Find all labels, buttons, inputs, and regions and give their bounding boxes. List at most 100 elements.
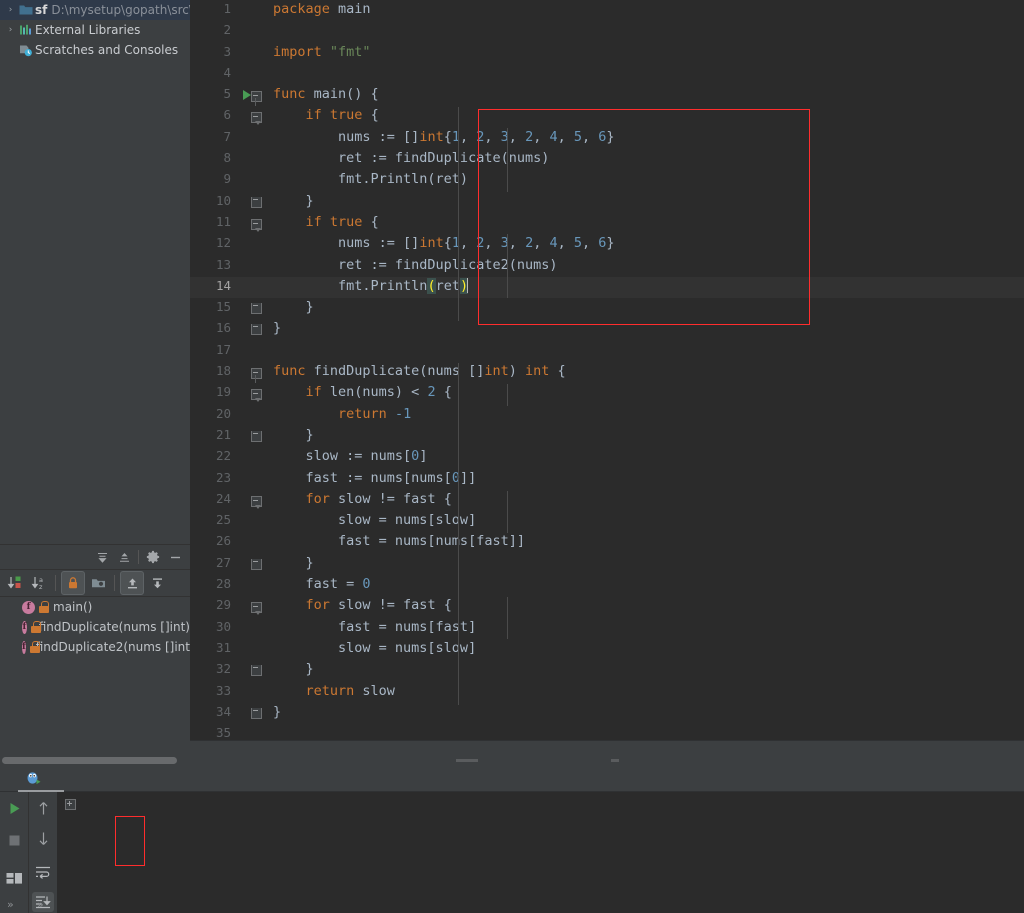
code-text[interactable]: func main() { [267,85,1024,106]
code-text[interactable]: } [267,660,1024,681]
fold-collapse-icon[interactable] [251,112,262,126]
editor-gutter[interactable] [239,341,267,362]
settings-gear-icon[interactable] [142,547,164,567]
code-text[interactable]: for slow != fast { [267,596,1024,617]
editor-gutter[interactable] [239,490,267,511]
code-text[interactable]: fmt.Println(ret) [267,170,1024,191]
code-line[interactable]: 23 fast := nums[nums[0]] [190,469,1024,490]
code-text[interactable] [267,724,1024,740]
code-text[interactable]: nums := []int{1, 2, 3, 2, 4, 5, 6} [267,128,1024,149]
project-tree-item-sf[interactable]: › sf D:\mysetup\gopath\src\ [0,0,193,20]
fold-end-icon[interactable] [251,303,262,315]
code-line[interactable]: 22 slow := nums[0] [190,447,1024,468]
code-line[interactable]: 21 } [190,426,1024,447]
fold-end-icon[interactable] [251,196,262,208]
editor-gutter[interactable] [239,426,267,447]
run-gutter-icon[interactable] [243,90,251,101]
code-line[interactable]: 4 [190,64,1024,85]
fold-end-icon[interactable] [251,430,262,442]
code-line[interactable]: 3 import "fmt" [190,43,1024,64]
structure-list-item[interactable]: f findDuplicate(nums []int) [0,617,190,637]
code-text[interactable]: } [267,319,1024,340]
run-tab[interactable] [18,764,64,792]
editor-gutter[interactable] [239,106,267,127]
show-non-public-lock-icon[interactable] [61,571,85,595]
fold-collapse-icon[interactable] [251,495,262,509]
editor-gutter[interactable] [239,192,267,213]
code-text[interactable]: slow := nums[0] [267,447,1024,468]
code-lines[interactable]: 1 package main 2 3 import "fmt" 4 5 func main… [190,0,1024,740]
fold-collapse-icon[interactable] [251,368,262,380]
project-tree[interactable]: › sf D:\mysetup\gopath\src\ › External Libra… [0,0,193,60]
editor-gutter[interactable] [239,575,267,596]
layout-icon[interactable] [3,868,25,888]
code-line[interactable]: 5 func main() { [190,85,1024,107]
code-text[interactable]: package main [267,0,1024,21]
console-folded-line[interactable] [65,796,1024,817]
down-arrow-icon[interactable] [32,828,54,848]
editor-gutter[interactable] [239,21,267,42]
code-line[interactable]: 20 return -1 [190,405,1024,426]
code-text[interactable]: if len(nums) < 2 { [267,383,1024,404]
code-line[interactable]: 10 } [190,192,1024,213]
sort-alphabetically-icon[interactable]: a z [28,572,50,594]
expand-chevrons-icon[interactable]: » [37,898,44,911]
code-text[interactable]: } [267,703,1024,724]
code-text[interactable]: import "fmt" [267,43,1024,64]
editor-gutter[interactable] [239,532,267,553]
code-line[interactable]: 15 } [190,298,1024,319]
code-line[interactable]: 16} [190,319,1024,340]
show-anonymous-classes-icon[interactable] [87,572,109,594]
editor-gutter[interactable] [239,362,267,384]
code-line[interactable]: 33 return slow [190,682,1024,703]
code-line[interactable]: 24 for slow != fast { [190,490,1024,511]
code-line[interactable]: 11 if true { [190,213,1024,234]
editor-gutter[interactable] [239,639,267,660]
code-line[interactable]: 35 [190,724,1024,740]
editor-gutter[interactable] [239,703,267,724]
fold-collapse-icon[interactable] [251,218,262,232]
editor-horizontal-scrollbar[interactable] [256,757,1024,765]
editor-gutter[interactable] [239,149,267,170]
code-text[interactable]: slow = nums[slow] [267,639,1024,660]
code-line[interactable]: 13 ret := findDuplicate2(nums) [190,256,1024,277]
editor-gutter[interactable] [239,383,267,404]
up-arrow-icon[interactable] [32,798,54,818]
fold-end-icon[interactable] [251,665,262,677]
run-console[interactable] [57,792,1024,913]
editor-gutter[interactable] [239,618,267,639]
editor-gutter[interactable] [239,554,267,575]
editor-gutter[interactable] [239,85,267,107]
code-line[interactable]: 25 slow = nums[slow] [190,511,1024,532]
code-text[interactable]: } [267,298,1024,319]
code-line[interactable]: 19 if len(nums) < 2 { [190,383,1024,404]
code-text[interactable]: } [267,192,1024,213]
editor-gutter[interactable] [239,0,267,21]
code-text[interactable]: ret := findDuplicate(nums) [267,149,1024,170]
fold-collapse-icon[interactable] [251,91,262,103]
editor-gutter[interactable] [239,234,267,255]
code-text[interactable]: fmt.Println(ret) [267,276,1024,299]
code-line[interactable]: 7 nums := []int{1, 2, 3, 2, 4, 5, 6} [190,128,1024,149]
code-line[interactable]: 30 fast = nums[fast] [190,618,1024,639]
hide-panel-icon[interactable] [164,547,186,567]
run-icon[interactable] [3,798,25,818]
editor-gutter[interactable] [239,43,267,64]
soft-wrap-icon[interactable] [32,862,54,882]
project-tree-item-scratches-and-consoles[interactable]: Scratches and Consoles [0,40,190,60]
fold-end-icon[interactable] [251,558,262,570]
code-text[interactable]: } [267,426,1024,447]
project-tree-item-external-libraries[interactable]: › External Libraries [0,20,190,40]
editor-gutter[interactable] [239,447,267,468]
editor-gutter[interactable] [239,128,267,149]
code-text[interactable] [267,21,1024,42]
expand-all-icon[interactable] [91,547,113,567]
code-text[interactable]: slow = nums[slow] [267,511,1024,532]
expand-all-icon[interactable] [120,571,144,595]
code-line[interactable]: 28 fast = 0 [190,575,1024,596]
fold-end-icon[interactable] [251,324,262,336]
editor-gutter[interactable] [239,596,267,617]
expand-chevrons-icon[interactable]: » [7,898,14,911]
code-text[interactable]: return -1 [267,405,1024,426]
code-line[interactable]: 31 slow = nums[slow] [190,639,1024,660]
